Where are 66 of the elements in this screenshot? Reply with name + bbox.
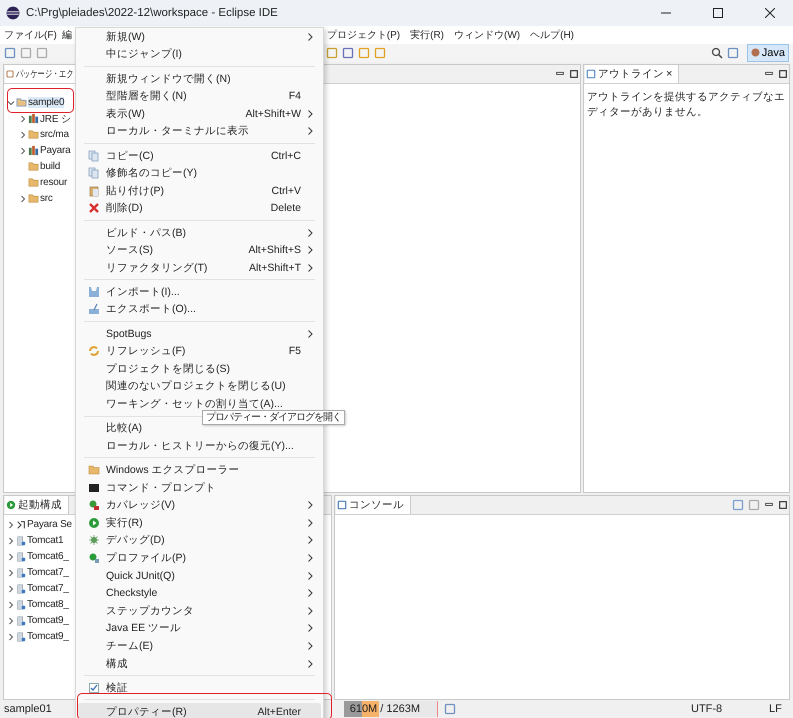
menu-item[interactable]: 新規ウィンドウで開く(N) [78,70,321,88]
status-encoding: UTF-8 [691,703,724,716]
menu-bar-item[interactable]: 編 [62,28,72,42]
empty-outline-message: アウトラインを提供するアクティブなエディターがありません。 [587,90,786,120]
menu-item[interactable]: チーム(E) [78,637,321,655]
menu-item[interactable]: コマンド・プロンプト [78,478,321,496]
menu-item[interactable]: 実行(R) [78,514,321,532]
tree-item[interactable]: build [40,161,60,172]
menu-item[interactable]: 表示(W) Alt+Shift+W [78,104,321,123]
tree-item[interactable]: src/ma [40,129,69,140]
launch-config-item[interactable]: Tomcat6_ [27,551,69,562]
launch-config-item[interactable]: Tomcat9_ [27,631,69,642]
menu-item[interactable]: ステップカウンタ [78,602,321,620]
menu-item[interactable]: リフレッシュ(F) F5 [78,342,321,360]
menu-item[interactable]: コピー(C) Ctrl+C [78,146,321,164]
launch-config-item[interactable]: Payara Se [27,519,72,530]
menu-item[interactable]: Windows エクスプローラー [78,461,321,479]
tree-item[interactable]: src [40,193,53,204]
panel-tab[interactable]: アウトライン [598,66,664,81]
tree-item[interactable]: resour [40,177,68,188]
menu-item[interactable]: インポート(I)... [78,283,321,301]
menu-item[interactable]: SpotBugs [78,324,321,342]
tree-item[interactable]: Payara [40,145,70,156]
menu-item[interactable]: Java EE ツール [78,620,321,638]
launch-config-item[interactable]: Tomcat8_ [27,599,69,610]
launch-config-item[interactable]: Tomcat9_ [27,615,69,626]
window-title: C:\Prg\pleiades\2022-12\workspace - Eclipse IDE [26,7,279,19]
menu-item[interactable]: カバレッジ(V) [78,496,321,514]
menu-item[interactable]: 型階層を開く(N) F4 [78,87,321,105]
menu-item[interactable]: 新規(W) [78,28,321,46]
menu-item[interactable]: プロファイル(P) [78,549,321,567]
menu-bar-item[interactable]: ヘルプ(H) [530,28,574,42]
menu-item[interactable]: ローカル・ヒストリーからの復元(Y)... [78,437,321,455]
close-tab-button[interactable]: × [666,68,672,80]
menu-bar-item[interactable]: 実行(R) [410,28,444,42]
tree-item[interactable]: JRE シ [40,112,71,126]
status-selection: sample01 [4,703,52,716]
menu-item[interactable]: ビルド・パス(B) [78,224,321,242]
menu-item[interactable]: Quick JUnit(Q) [78,566,321,584]
status-line-ending: LF [769,703,783,716]
menu-bar-item[interactable]: プロジェクト(P) [326,28,400,42]
menu-item[interactable]: エクスポート(O)... [78,300,321,318]
menu-item[interactable]: 中にジャンプ(I) [78,46,321,64]
menu-bar-item[interactable]: ファイル(F) [4,28,57,42]
menu-item[interactable]: ソース(S) Alt+Shift+S [78,241,321,259]
menu-item[interactable]: プロジェクトを閉じる(S) [78,360,321,378]
menu-item[interactable]: 貼り付け(P) Ctrl+V [78,182,321,200]
heap-status[interactable]: 610M / 1263M [344,701,438,718]
perspective-button[interactable]: Java [746,44,789,62]
launch-config-item[interactable]: Tomcat7_ [27,583,69,594]
menu-item[interactable]: デバッグ(D) [78,532,321,550]
menu-item[interactable]: 構成 [78,654,321,672]
menu-item[interactable]: ワーキング・セットの割り当て(A)... [78,395,321,413]
launch-config-item[interactable]: Tomcat1 [27,535,64,546]
menu-bar-item[interactable]: ウィンドウ(W) [454,28,520,42]
menu-item[interactable]: 検証 [78,678,321,697]
launch-config-item[interactable]: Tomcat7_ [27,567,69,578]
tree-item[interactable]: sample0 [28,97,64,108]
menu-item[interactable]: 削除(D) Delete [78,200,321,218]
menu-item[interactable]: Checkstyle [78,584,321,602]
menu-item[interactable]: 修飾名のコピー(Y) [78,164,321,182]
menu-item[interactable]: 関連のないプロジェクトを閉じる(U) [78,378,321,396]
menu-item[interactable]: プロパティー(R) Alt+Enter [78,703,321,718]
tooltip: プロパティー・ダイアログを開く [202,410,345,425]
menu-item[interactable]: ローカル・ターミナルに表示 [78,122,321,140]
menu-item[interactable]: リファクタリング(T) Alt+Shift+T [78,258,321,276]
